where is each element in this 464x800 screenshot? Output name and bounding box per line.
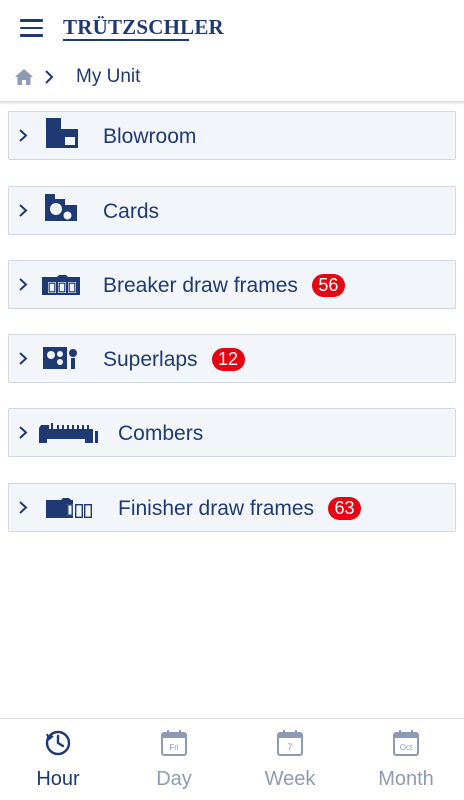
- tab-day[interactable]: Fri Day: [116, 719, 232, 800]
- section-label: Combers: [118, 422, 204, 445]
- chevron-right-icon: [19, 204, 28, 217]
- section-label: Finisher draw frames 63: [118, 497, 362, 521]
- breaker-draw-frame-icon: [42, 275, 80, 295]
- section-label: Cards: [103, 200, 160, 223]
- tab-month[interactable]: Oct Month: [348, 719, 464, 800]
- section-combers[interactable]: Combers: [8, 408, 456, 457]
- chevron-right-icon: [19, 352, 28, 365]
- section-blowroom[interactable]: Blowroom: [8, 111, 456, 160]
- breadcrumb: [0, 56, 464, 100]
- clock-icon: [45, 730, 71, 756]
- tab-label: Month: [378, 768, 434, 790]
- calendar-week-text: 7: [287, 742, 292, 752]
- top-bar: TRÜTZSCHLER: [0, 0, 464, 56]
- calendar-month-text: Oct: [400, 743, 413, 752]
- section-label: Blowroom: [103, 125, 197, 148]
- breadcrumb-current: My Unit: [76, 66, 141, 87]
- tab-label: Day: [156, 768, 192, 790]
- count-badge: 63: [328, 497, 362, 520]
- calendar-day-icon: Fri: [161, 730, 187, 756]
- chevron-right-icon: [45, 70, 54, 84]
- tab-label: Week: [264, 768, 316, 790]
- superlap-icon: [43, 347, 77, 369]
- section-breaker-draw-frames[interactable]: Breaker draw frames 56: [8, 260, 456, 309]
- app: TRÜTZSCHLER My Unit Blowroom Cards Break…: [0, 0, 464, 800]
- bottom-tab-bar: Hour Fri Day 7 Week Oct Month: [0, 718, 464, 800]
- tab-label: Hour: [36, 768, 80, 790]
- calendar-month-icon: Oct: [393, 730, 419, 756]
- chevron-right-icon: [19, 426, 28, 439]
- section-label: Superlaps 12: [103, 348, 245, 372]
- section-cards[interactable]: Cards: [8, 186, 456, 235]
- calendar-day-text: Fri: [169, 743, 179, 752]
- brand-logo: TRÜTZSCHLER: [63, 15, 224, 39]
- section-label: Breaker draw frames 56: [103, 274, 345, 298]
- blowroom-icon: [46, 118, 78, 148]
- tab-hour[interactable]: Hour: [0, 719, 116, 800]
- count-badge: 56: [311, 274, 345, 297]
- cards-icon: [45, 194, 77, 221]
- section-superlaps[interactable]: Superlaps 12: [8, 334, 456, 383]
- count-badge: 12: [211, 348, 245, 371]
- comber-icon: [39, 423, 98, 443]
- tab-week[interactable]: 7 Week: [232, 719, 348, 800]
- finisher-draw-frame-icon: [46, 498, 93, 519]
- header-shadow: [0, 101, 464, 105]
- calendar-week-icon: 7: [277, 730, 303, 756]
- brand-logo-underline: [63, 39, 189, 41]
- chevron-right-icon: [19, 501, 28, 514]
- home-icon[interactable]: [14, 68, 34, 86]
- chevron-right-icon: [19, 129, 28, 142]
- chevron-right-icon: [19, 278, 28, 291]
- menu-icon[interactable]: [20, 19, 43, 37]
- section-finisher-draw-frames[interactable]: Finisher draw frames 63: [8, 483, 456, 532]
